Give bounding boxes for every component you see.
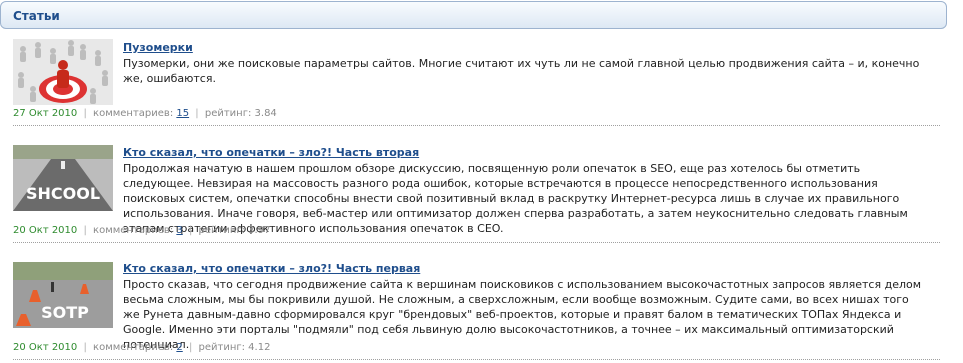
article-date: 20 Окт 2010 bbox=[13, 225, 78, 236]
panel-title: Статьи bbox=[13, 9, 60, 23]
article-title-link[interactable]: Кто сказал, что опечатки – зло?! Часть в… bbox=[123, 146, 419, 159]
article-thumbnail[interactable] bbox=[13, 39, 113, 105]
article-title-link[interactable]: Кто сказал, что опечатки – зло?! Часть п… bbox=[123, 262, 420, 275]
article-thumbnail[interactable]: SOTP bbox=[13, 262, 113, 328]
article-date: 20 Окт 2010 bbox=[13, 342, 78, 353]
comments-label: комментариев: bbox=[93, 342, 174, 353]
comments-label: комментариев: bbox=[93, 108, 174, 119]
rating-value: 4.12 bbox=[248, 342, 271, 353]
rating-label: рейтинг: bbox=[204, 108, 252, 119]
rating-label: рейтинг: bbox=[198, 342, 245, 353]
article-date: 27 Окт 2010 bbox=[13, 108, 78, 119]
thumbnail-road-text: SOTP bbox=[41, 303, 89, 322]
article-meta: 20 Окт 2010 | комментариев: 3 | рейтинг:… bbox=[13, 225, 270, 236]
rating-label: рейтинг: bbox=[198, 225, 245, 236]
article-thumbnail[interactable]: SHCOOL bbox=[13, 145, 113, 211]
article-title-link[interactable]: Пузомерки bbox=[123, 41, 193, 54]
article-summary: Пузомерки, они же поисковые параметры са… bbox=[123, 57, 920, 85]
meta-separator: | bbox=[188, 225, 193, 236]
rating-value: 3.97 bbox=[248, 225, 271, 236]
article-meta: 27 Окт 2010 | комментариев: 15 | рейтинг… bbox=[13, 108, 277, 119]
thumbnail-road-text: SHCOOL bbox=[26, 184, 100, 203]
meta-separator: | bbox=[83, 342, 87, 353]
comments-label: комментариев: bbox=[93, 225, 174, 236]
meta-separator: | bbox=[83, 108, 87, 119]
article-divider bbox=[13, 125, 940, 126]
rating-value: 3.84 bbox=[254, 108, 277, 119]
article-meta: 20 Окт 2010 | комментариев: 2 | рейтинг:… bbox=[13, 342, 270, 353]
meta-separator: | bbox=[195, 108, 199, 119]
meta-separator: | bbox=[83, 225, 87, 236]
panel-header: Статьи bbox=[0, 1, 947, 29]
comments-count-link[interactable]: 3 bbox=[176, 225, 182, 236]
comments-count-link[interactable]: 2 bbox=[176, 342, 182, 353]
comments-count-link[interactable]: 15 bbox=[176, 108, 189, 119]
article-divider bbox=[13, 359, 940, 360]
article-summary: Просто сказав, что сегодня продвижение с… bbox=[123, 278, 922, 351]
meta-separator: | bbox=[188, 342, 193, 353]
article-divider bbox=[13, 242, 940, 243]
